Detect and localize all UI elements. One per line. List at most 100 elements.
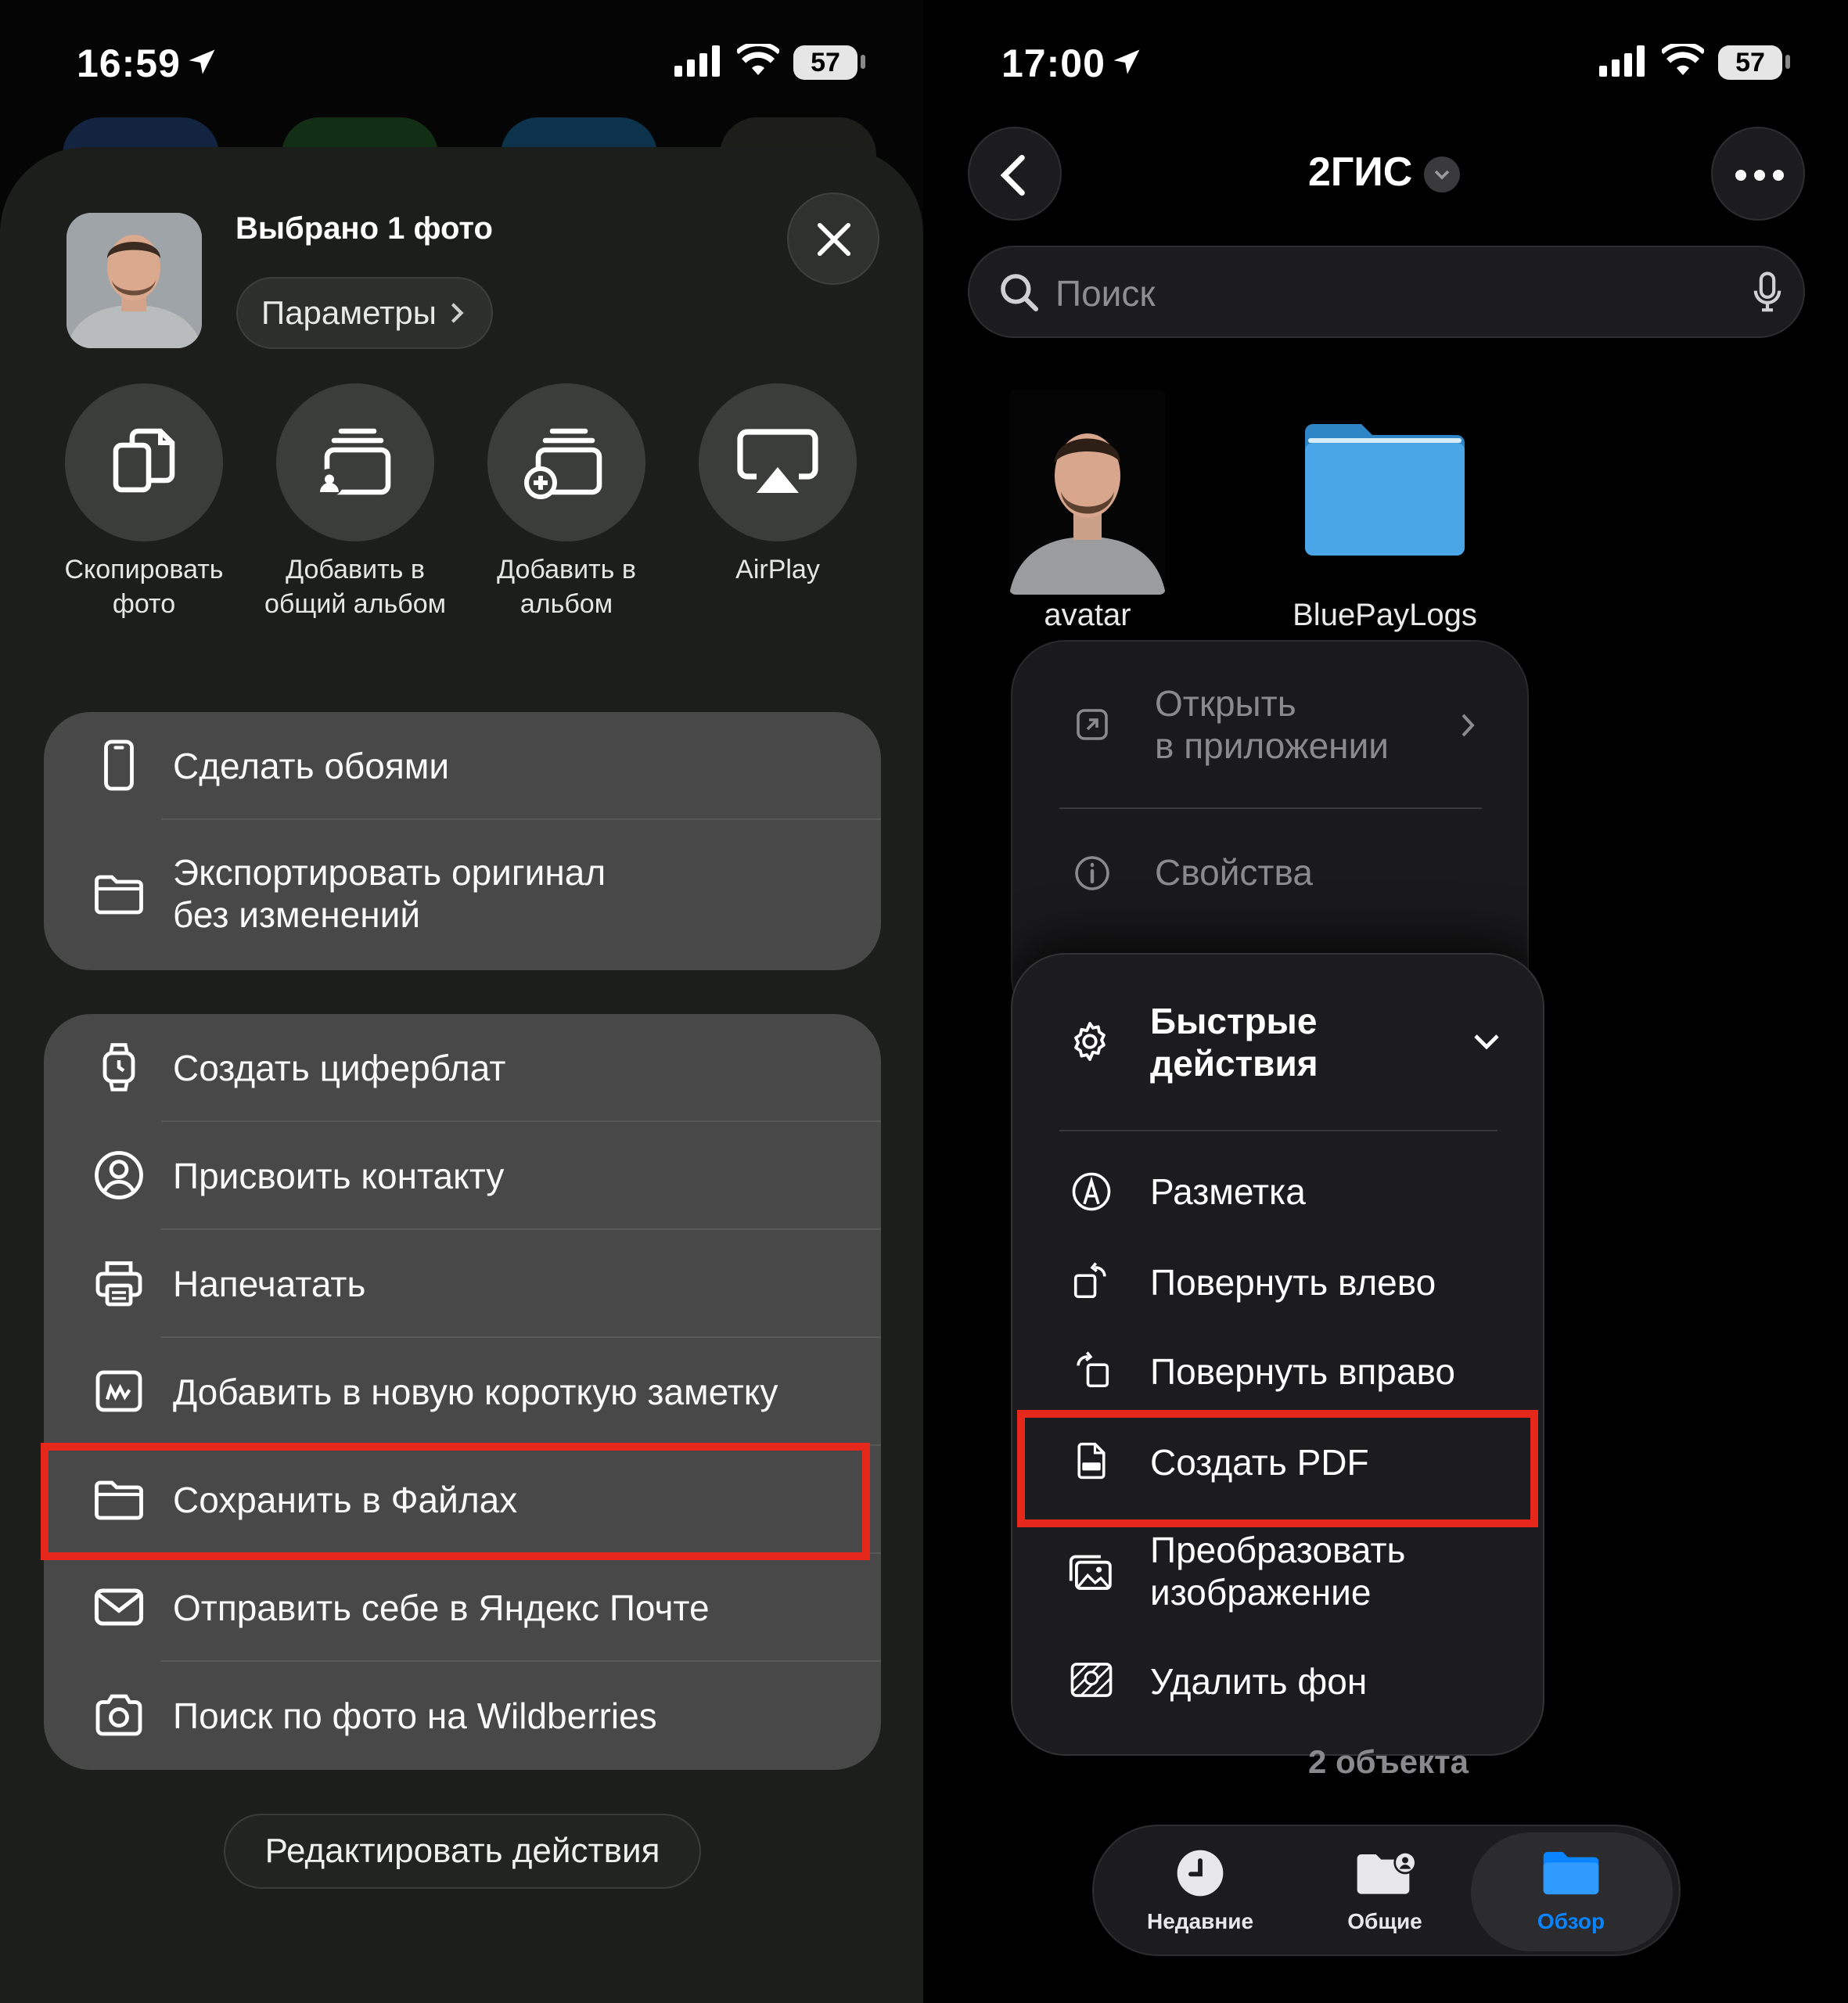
remove-background-row[interactable]: Удалить фон	[1012, 1638, 1546, 1726]
search-placeholder: Поиск	[1055, 273, 1156, 314]
battery-tip	[1785, 55, 1790, 69]
browse-folder-icon	[1543, 1851, 1599, 1895]
chevron-right-icon	[451, 303, 464, 323]
info-icon	[1075, 856, 1109, 890]
wildberries-search-label: Поиск по фото на Wildberries	[173, 1696, 657, 1736]
set-wallpaper-label: Сделать обоями	[173, 746, 450, 786]
open-in-app-label: Открыть в приложении	[1155, 683, 1389, 766]
chevron-right-icon	[1462, 714, 1475, 737]
tab-label: Обзор	[1537, 1909, 1605, 1933]
actions-group-2: Создать циферблат Присвоить контакту Нап…	[44, 1014, 881, 1770]
file-name: avatar	[1044, 598, 1131, 632]
tab-bar: Недавние Общие Обзор	[1092, 1825, 1681, 1956]
more-button[interactable]	[1711, 127, 1805, 221]
airplay-icon	[737, 429, 818, 493]
clock-icon	[1177, 1850, 1224, 1897]
battery-indicator: 57	[1718, 45, 1782, 80]
file-avatar-thumbnail[interactable]	[1009, 390, 1166, 595]
rotate-right-icon	[1077, 1351, 1109, 1388]
quick-actions-menu: Быстрые действия Разметка Повернуть влев…	[1011, 953, 1544, 1756]
wildberries-search-row[interactable]: Поиск по фото на Wildberries	[44, 1662, 881, 1770]
person-photo	[67, 213, 202, 348]
mail-icon	[94, 1588, 144, 1626]
highlight-frame	[1017, 1410, 1538, 1527]
status-time: 17:00	[1001, 41, 1106, 85]
file-bluepaylogs-folder[interactable]	[1300, 423, 1469, 560]
ellipsis-icon	[1735, 170, 1784, 181]
folder-title[interactable]: 2ГИС	[1308, 149, 1412, 196]
quick-actions-header[interactable]: Быстрые действия	[1012, 955, 1546, 1131]
tab-label: Недавние	[1146, 1909, 1254, 1933]
actions-group-1: Сделать обоями Экспортировать оригинал б…	[44, 712, 881, 970]
quick-note-row[interactable]: Добавить в новую короткую заметку	[44, 1338, 881, 1446]
highlight-frame	[41, 1443, 870, 1560]
title-menu-button[interactable]	[1424, 156, 1460, 192]
edit-actions-label: Редактировать действия	[264, 1832, 660, 1870]
add-shared-album-button[interactable]	[276, 383, 434, 541]
markup-row[interactable]: Разметка	[1012, 1149, 1546, 1236]
phone-icon	[104, 739, 134, 791]
folder-icon	[95, 875, 143, 915]
quick-note-icon	[95, 1370, 142, 1412]
rotate-left-label: Повернуть влево	[1150, 1262, 1436, 1303]
search-field[interactable]: Поиск	[968, 246, 1805, 338]
convert-image-icon	[1069, 1555, 1112, 1590]
tab-browse[interactable]: Обзор	[1493, 1826, 1649, 1958]
assign-contact-label: Присвоить контакту	[173, 1156, 505, 1196]
parameters-button[interactable]: Параметры	[236, 277, 493, 349]
add-album-icon	[524, 428, 602, 499]
location-arrow-icon	[1113, 49, 1140, 74]
edit-actions-button[interactable]: Редактировать действия	[224, 1814, 701, 1889]
markup-label: Разметка	[1150, 1171, 1306, 1212]
watch-icon	[102, 1043, 135, 1091]
export-original-row[interactable]: Экспортировать оригинал без изменений	[44, 820, 881, 970]
signal-icon	[674, 45, 720, 77]
close-button[interactable]	[787, 192, 879, 285]
wifi-icon	[1662, 44, 1704, 75]
wifi-icon	[737, 44, 779, 75]
selected-photo-thumbnail	[67, 213, 202, 348]
copy-photo-icon	[113, 428, 175, 493]
shared-album-label: Добавить в общий альбом	[264, 555, 446, 619]
contact-icon	[95, 1151, 143, 1199]
left-screen: 16:59 57 Выбрано 1 фото Параметры Скопир…	[0, 0, 923, 2003]
export-original-label: Экспортировать оригинал без изменений	[173, 852, 606, 935]
right-screen: 17:00 57 2ГИС Поиск avatar BluePayLogs О…	[925, 0, 1848, 2003]
chevron-left-icon	[1000, 154, 1025, 196]
quick-actions-title: Быстрые действия	[1150, 1001, 1318, 1084]
remove-background-label: Удалить фон	[1150, 1661, 1368, 1702]
printer-icon	[95, 1261, 142, 1307]
print-label: Напечатать	[173, 1264, 366, 1304]
add-to-album-button[interactable]	[487, 383, 645, 541]
convert-image-label: Преобразовать изображение	[1150, 1530, 1406, 1613]
properties-label: Свойства	[1155, 852, 1313, 893]
rotate-left-row[interactable]: Повернуть влево	[1012, 1239, 1546, 1327]
divider	[1059, 807, 1482, 809]
airplay-button[interactable]	[699, 383, 857, 541]
copy-photo-button[interactable]	[65, 383, 223, 541]
chevron-down-icon	[1434, 170, 1450, 180]
parameters-label: Параметры	[261, 294, 437, 331]
quick-note-label: Добавить в новую короткую заметку	[173, 1372, 778, 1412]
location-arrow-icon	[189, 49, 215, 74]
set-wallpaper-row[interactable]: Сделать обоями	[44, 712, 881, 820]
divider	[1059, 1130, 1497, 1131]
folder-title-label: 2ГИС	[1308, 149, 1413, 195]
tab-recents[interactable]: Недавние	[1122, 1826, 1278, 1958]
shared-album-icon	[315, 428, 391, 497]
rotate-right-row[interactable]: Повернуть вправо	[1012, 1329, 1546, 1416]
tab-shared[interactable]: Общие	[1307, 1826, 1463, 1958]
create-watch-face-row[interactable]: Создать циферблат	[44, 1014, 881, 1122]
battery-level: 57	[811, 48, 840, 77]
selection-title: Выбрано 1 фото	[235, 211, 493, 246]
convert-image-row[interactable]: Преобразовать изображение	[1012, 1513, 1546, 1631]
add-album-label: Добавить в альбом	[497, 555, 636, 619]
markup-icon	[1072, 1172, 1111, 1211]
rotate-right-label: Повернуть вправо	[1150, 1351, 1455, 1392]
battery-tip	[861, 55, 865, 69]
print-row[interactable]: Напечатать	[44, 1230, 881, 1338]
back-button[interactable]	[968, 127, 1062, 221]
send-yandex-mail-row[interactable]: Отправить себе в Яндекс Почте	[44, 1554, 881, 1662]
items-count: 2 объекта	[1308, 1743, 1469, 1780]
assign-contact-row[interactable]: Присвоить контакту	[44, 1122, 881, 1230]
